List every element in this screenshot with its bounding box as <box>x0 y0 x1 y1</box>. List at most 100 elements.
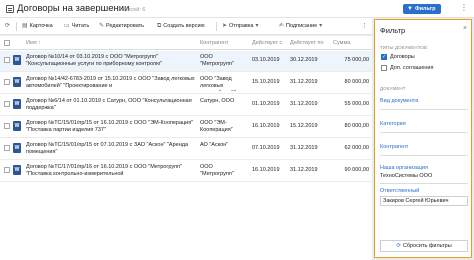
row-from: 15.10.2019 <box>252 79 280 85</box>
org-filter-value[interactable]: ТехноСистемы ООО <box>380 173 432 179</box>
row-to: 31.12.2019 <box>290 101 318 107</box>
toolbar-divider <box>216 22 217 31</box>
category-field-line <box>380 132 468 133</box>
contractor-filter-link[interactable]: Контрагент <box>380 144 408 150</box>
doc-type-contracts-checkbox[interactable]: ✓ <box>381 54 387 60</box>
row-checkbox[interactable] <box>4 79 10 85</box>
table-row[interactable]: W Договор №10/14 от 03.10.2019 с ООО "Ме… <box>0 51 372 72</box>
card-button[interactable]: ▤ Карточка <box>22 21 53 32</box>
word-document-icon: W <box>13 121 21 131</box>
table-header: Имя ↑ Контрагент Действует с Действует п… <box>0 36 372 50</box>
refresh-button[interactable]: ⟳ <box>5 21 12 32</box>
table-row[interactable]: W Договор №14/42-6783-2019 от 15.10.2019… <box>0 73 372 94</box>
doc-kind-field-line <box>380 109 468 110</box>
more-icon[interactable]: ⋮ <box>460 3 468 12</box>
send-dropdown[interactable]: ➤ Отправка ▾ <box>222 21 260 32</box>
select-all-checkbox[interactable] <box>4 40 10 46</box>
row-from: 16.10.2019 <box>252 123 280 129</box>
column-header-from[interactable]: Действует с <box>252 40 282 46</box>
row-name: Договор №6/14 от 01.10.2019 с Сатурн, ОО… <box>26 98 192 111</box>
word-document-icon: W <box>13 165 21 175</box>
row-contractor: ООО "Завод легковых автомобилей" <box>200 76 236 91</box>
row-to: 30.12.2019 <box>290 57 318 63</box>
create-version-button[interactable]: ⧉ Создать версию <box>157 21 205 32</box>
filter-icon: ▼ <box>407 6 413 12</box>
card-label: Карточка <box>29 23 53 29</box>
edit-button[interactable]: ✎ Редактировать <box>99 21 144 32</box>
reset-filters-button[interactable]: ⟳ Сбросить фильтры <box>380 240 468 252</box>
chevron-down-icon: ▾ <box>255 23 259 29</box>
card-icon: ▤ <box>22 23 28 29</box>
row-sum: 80 000,00 <box>344 79 369 85</box>
send-icon: ➤ <box>222 23 228 29</box>
row-to: 31.12.2019 <box>290 79 318 85</box>
column-header-to[interactable]: Действует по <box>290 40 324 46</box>
doc-kind-filter-link[interactable]: Вид документа <box>380 98 418 104</box>
filter-toggle-label: Фильтр <box>414 6 436 12</box>
table-row[interactable]: W Договор №ТС/17/01/пр/16 от 16.10.2019 … <box>0 161 372 182</box>
doc-types-section-label: ТИПЫ ДОКУМЕНТОВ <box>380 45 428 50</box>
refresh-icon: ⟳ <box>5 23 11 29</box>
toolbar-more-icon[interactable]: ⋮ <box>362 21 368 32</box>
row-from: 16.10.2019 <box>252 167 280 173</box>
row-sum: 80 000,00 <box>344 123 369 129</box>
row-from: 07.10.2019 <box>252 145 280 151</box>
row-checkbox[interactable] <box>4 167 10 173</box>
send-label: Отправка <box>229 23 254 29</box>
row-checkbox[interactable] <box>4 123 10 129</box>
edit-label: Редактировать <box>106 23 145 29</box>
sign-icon: ✍ <box>279 23 285 29</box>
word-document-icon: W <box>13 55 21 65</box>
table-row[interactable]: W Договор №6/14 от 01.10.2019 с Сатурн, … <box>0 95 372 116</box>
row-contractor: Сатурн, ООО <box>200 98 235 104</box>
page-title: Договоры на завершении <box>17 3 130 14</box>
doc-type-amendments-label: Доп. соглашения <box>390 65 434 71</box>
row-name: Договор №14/42-6783-2019 от 15.10.2019 с… <box>26 76 195 89</box>
row-sum: 75 000,00 <box>344 57 369 63</box>
row-name: Договор №ТС/15/01/пр/15 от 16.10.2019 с … <box>26 120 194 133</box>
column-header-sum[interactable]: Сумма <box>333 40 350 46</box>
row-to: 31.12.2019 <box>290 167 318 173</box>
sign-dropdown[interactable]: ✍ Подписание ▾ <box>279 21 324 32</box>
row-name: Договор №10/14 от 03.10.2019 с ООО "Метр… <box>26 54 163 67</box>
row-contractor: ООО "ЭМ-Кооперация" <box>200 120 233 133</box>
row-sum: 62 000,00 <box>344 145 369 151</box>
document-section-label: ДОКУМЕНТ <box>380 86 406 91</box>
close-icon[interactable]: × <box>463 25 467 32</box>
filter-panel: Фильтр × ТИПЫ ДОКУМЕНТОВ ✓ Договоры Доп.… <box>374 19 472 258</box>
responsible-filter-input[interactable]: Закиров Сергей Юрьевич <box>380 196 468 206</box>
contractor-field-line <box>380 155 468 156</box>
read-button[interactable]: ▭ Читать <box>64 21 89 32</box>
row-to: 15.12.2019 <box>290 123 318 129</box>
column-header-name[interactable]: Имя ↑ <box>26 40 41 46</box>
chevron-down-icon: ▾ <box>319 23 323 29</box>
list-icon <box>6 5 14 13</box>
word-document-icon: W <box>13 143 21 153</box>
row-checkbox[interactable] <box>4 145 10 151</box>
toolbar-divider <box>16 22 17 31</box>
row-contractor: ООО "Метрогрупп" <box>200 54 234 67</box>
org-filter-label: Наша организация <box>380 165 428 171</box>
edit-icon: ✎ <box>99 23 105 29</box>
row-sum: 90 000,00 <box>344 167 369 173</box>
row-checkbox[interactable] <box>4 101 10 107</box>
read-icon: ▭ <box>64 23 70 29</box>
record-count: Записей: 6 <box>118 7 146 13</box>
doc-type-amendments-checkbox[interactable] <box>381 65 387 71</box>
doc-type-contracts-label: Договоры <box>390 54 415 60</box>
row-checkbox[interactable] <box>4 57 10 63</box>
category-filter-link[interactable]: Категория <box>380 121 406 127</box>
word-document-icon: W <box>13 99 21 109</box>
row-from: 03.10.2019 <box>252 57 280 63</box>
column-header-contractor[interactable]: Контрагент <box>200 40 228 46</box>
toolbar: ⟳ ▤ Карточка ▭ Читать ✎ Редактировать ⧉ Созд… <box>0 18 372 35</box>
row-name: Договор №ТС/15/01/пр/15 от 07.10.2019 с … <box>26 142 189 155</box>
responsible-filter-value: Закиров Сергей Юрьевич <box>383 198 449 204</box>
table-row[interactable]: W Договор №ТС/15/01/пр/15 от 07.10.2019 … <box>0 139 372 160</box>
table-row[interactable]: W Договор №ТС/15/01/пр/15 от 16.10.2019 … <box>0 117 372 138</box>
row-to: 31.12.2019 <box>290 145 318 151</box>
reset-filters-label: Сбросить фильтры <box>402 243 452 249</box>
read-label: Читать <box>71 23 90 29</box>
filter-toggle-button[interactable]: ▼ Фильтр <box>403 4 442 14</box>
org-field-line <box>380 183 468 184</box>
